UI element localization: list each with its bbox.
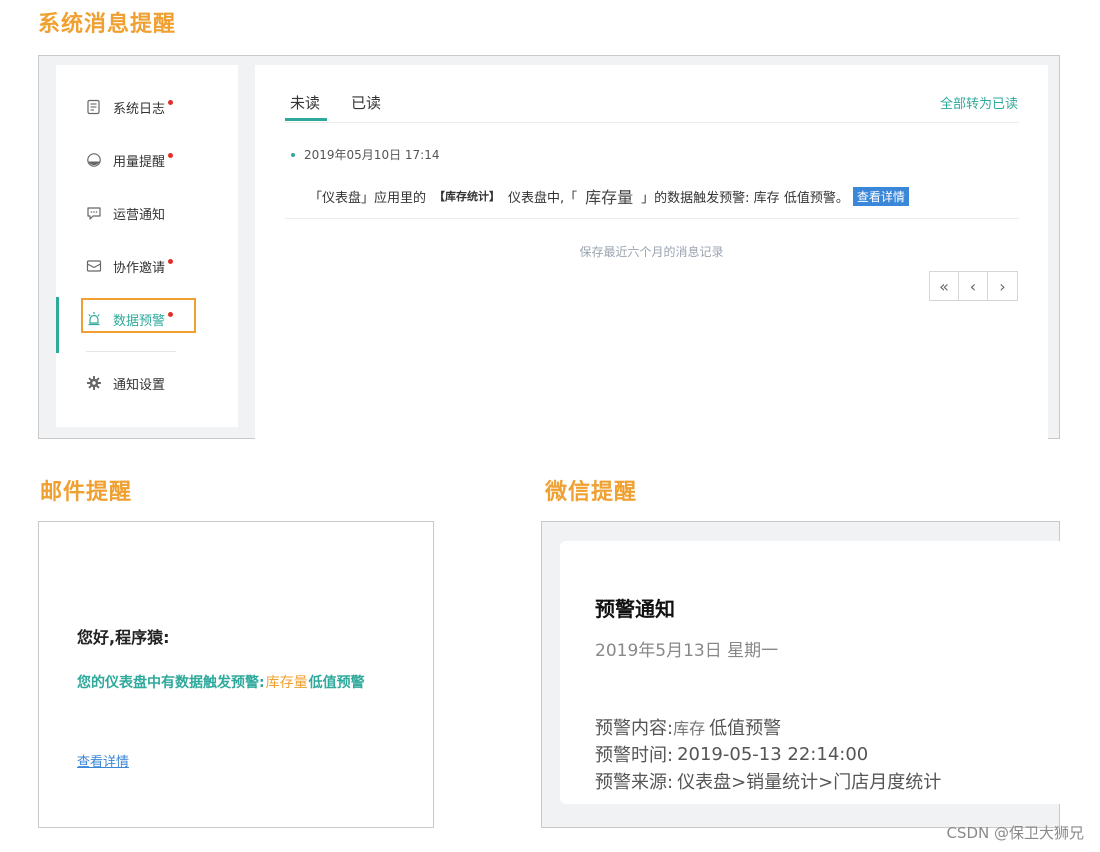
alarm-icon	[86, 311, 102, 327]
envelope-icon	[86, 258, 102, 274]
sidebar-item-label: 数据预警	[113, 313, 166, 329]
sidebar-item-operations-notice[interactable]: 运营通知	[86, 200, 165, 226]
sidebar-item-label: 用量提醒	[113, 154, 166, 170]
mail-greeting: 您好,程序猿:	[77, 628, 170, 647]
pagination: « ‹ ›	[929, 271, 1018, 301]
tab-divider	[285, 122, 1019, 123]
mail-detail-link[interactable]: 查看详情	[77, 751, 129, 770]
tab-unread[interactable]: 未读	[290, 92, 320, 113]
sidebar-item-label: 系统日志	[113, 101, 166, 117]
mail-body: 您的仪表盘中有数据触发预警: 库存量 低值预警	[77, 672, 365, 692]
mail-panel: 您好,程序猿: 您的仪表盘中有数据触发预警: 库存量 低值预警 查看详情	[38, 521, 434, 828]
wechat-content-row: 预警内容: 库存 低值预警	[595, 714, 781, 740]
wechat-panel: 预警通知 2019年5月13日 星期一 预警内容: 库存 低值预警 预警时间: …	[541, 521, 1060, 828]
prev-page-button[interactable]: ‹	[959, 272, 988, 300]
time-value: 2019-05-13 22:14:00	[677, 743, 869, 765]
sidebar-item-label: 通知设置	[113, 377, 166, 393]
unread-dot	[168, 99, 174, 105]
content-field: 库存	[673, 719, 706, 738]
gear-icon	[86, 375, 102, 391]
system-section-title: 系统消息提醒	[38, 12, 177, 37]
sidebar-item-notify-settings[interactable]: 通知设置	[86, 370, 165, 396]
message-prefix: 「仪表盘」应用里的	[309, 190, 427, 206]
message-mid: 仪表盘中,「	[508, 190, 578, 206]
sidebar-item-label: 协作邀请	[113, 260, 166, 276]
chat-icon	[86, 205, 102, 221]
message-divider	[285, 218, 1019, 219]
gauge-icon	[86, 152, 102, 168]
unread-dot	[168, 311, 174, 317]
sidebar-item-system-log[interactable]: 系统日志	[86, 94, 174, 120]
first-page-button[interactable]: «	[930, 272, 959, 300]
document-icon	[86, 99, 102, 115]
system-message-panel: 系统日志 用量提醒 运营通知 协作邀请 数据预警 通知设置 未读 已读 全部转为…	[38, 55, 1060, 439]
next-page-button[interactable]: ›	[988, 272, 1017, 300]
wechat-card: 预警通知 2019年5月13日 星期一 预警内容: 库存 低值预警 预警时间: …	[560, 541, 1060, 804]
tab-read[interactable]: 已读	[351, 92, 381, 113]
content-label: 预警内容:	[595, 718, 674, 739]
unread-dot	[168, 258, 174, 264]
watermark: CSDN @保卫大狮兄	[946, 824, 1084, 842]
sidebar-item-usage-alert[interactable]: 用量提醒	[86, 147, 174, 173]
wechat-section-title: 微信提醒	[545, 480, 638, 505]
sidebar-divider	[86, 351, 176, 352]
mark-all-read-link[interactable]: 全部转为已读	[940, 93, 1018, 112]
source-label: 预警来源:	[595, 772, 674, 793]
sidebar-item-collab-invite[interactable]: 协作邀请	[86, 253, 174, 279]
source-value: 仪表盘>销量统计>门店月度统计	[677, 772, 942, 793]
wechat-time-row: 预警时间: 2019-05-13 22:14:00	[595, 741, 868, 767]
wechat-source-row: 预警来源: 仪表盘>销量统计>门店月度统计	[595, 768, 941, 794]
sidebar-item-label: 运营通知	[113, 207, 166, 223]
mail-section-title: 邮件提醒	[40, 480, 133, 505]
active-indicator	[56, 297, 59, 353]
mail-body-suffix: 低值预警	[308, 675, 365, 691]
message-content: 未读 已读 全部转为已读 2019年05月10日 17:14 「仪表盘」应用里的…	[255, 65, 1048, 439]
message-time-text: 2019年05月10日 17:14	[304, 148, 440, 162]
sidebar: 系统日志 用量提醒 运营通知 协作邀请 数据预警 通知设置	[56, 65, 238, 427]
bullet-dot	[291, 152, 295, 157]
content-value: 低值预警	[709, 718, 782, 739]
wechat-date: 2019年5月13日 星期一	[595, 641, 779, 661]
sidebar-item-data-alert[interactable]: 数据预警	[86, 306, 174, 332]
tab-underline	[285, 118, 327, 121]
mail-field: 库存量	[265, 675, 308, 691]
retention-note: 保存最近六个月的消息记录	[579, 245, 724, 259]
wechat-title: 预警通知	[595, 597, 675, 621]
field-name: 库存量	[585, 188, 634, 207]
mail-body-prefix: 您的仪表盘中有数据触发预警:	[77, 675, 265, 691]
time-label: 预警时间:	[595, 745, 674, 766]
message-time: 2019年05月10日 17:14	[291, 146, 439, 163]
view-detail-button[interactable]: 查看详情	[852, 186, 909, 206]
dashboard-name: 【库存统计】	[434, 190, 501, 203]
unread-dot	[168, 152, 174, 158]
message-suffix: 」的数据触发预警: 库存 低值预警。	[641, 190, 849, 206]
message-text: 「仪表盘」应用里的 【库存统计】 仪表盘中,「 库存量 」的数据触发预警: 库存…	[309, 184, 909, 208]
